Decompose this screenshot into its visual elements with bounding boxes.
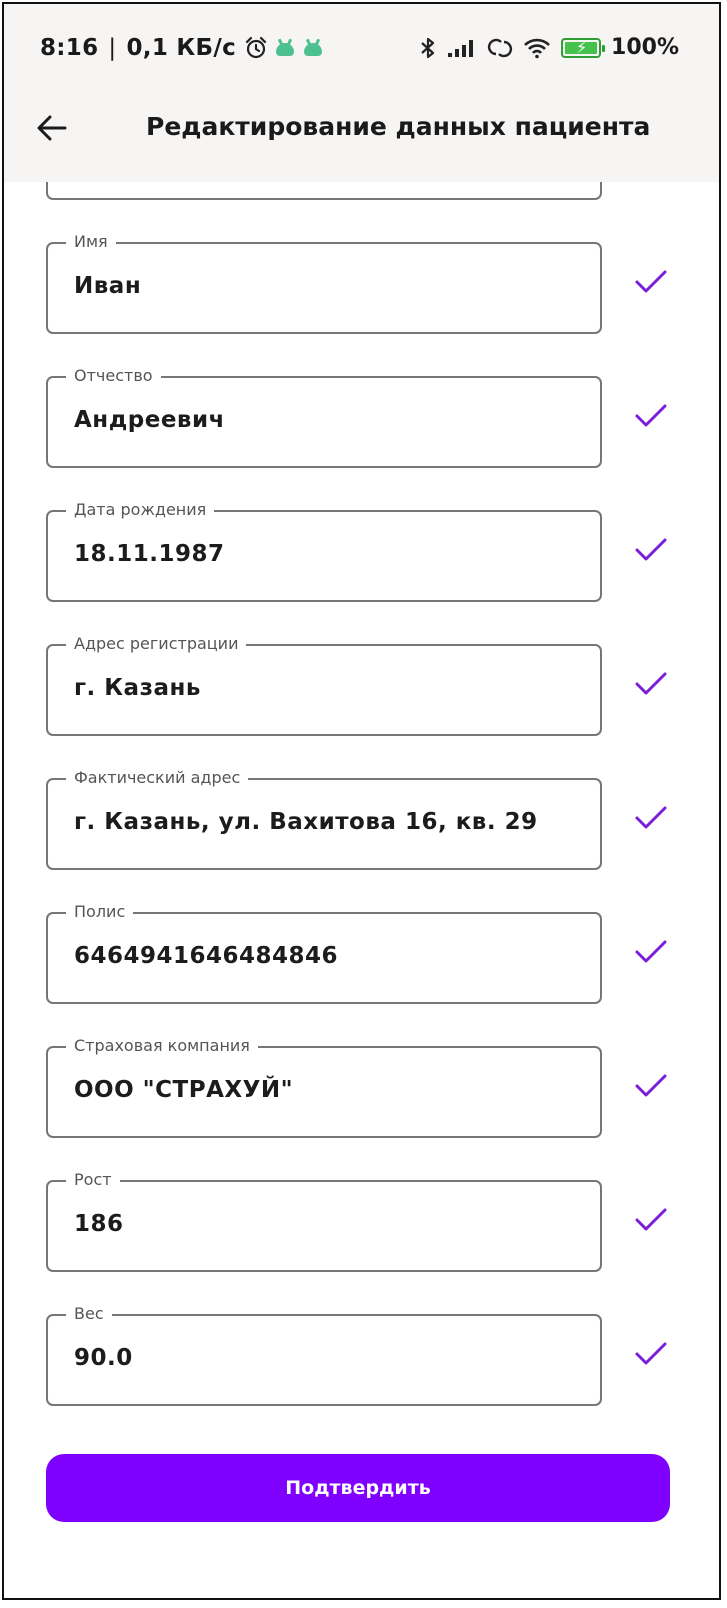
field-label: Рост [66, 1170, 120, 1190]
height-field[interactable]: Рост 186 [46, 1170, 602, 1272]
policy-field[interactable]: Полис 6464941646484846 [46, 902, 602, 1004]
actual-address-field[interactable]: Фактический адрес г. Казань, ул. Вахитова… [46, 768, 602, 870]
first-name-field[interactable]: Имя Иван [46, 232, 602, 334]
hotspot-icon [487, 38, 513, 57]
app-screen: 8:16 | 0,1 КБ/с ⚡ 100% Редактирование да… [2, 2, 721, 1600]
registration-address-field[interactable]: Адрес регистрации г. Казань [46, 634, 602, 736]
check-icon [635, 270, 667, 293]
top-bar: 8:16 | 0,1 КБ/с ⚡ 100% Редактирование да… [4, 4, 719, 182]
field-value[interactable]: 90.0 [74, 1345, 133, 1371]
alarm-icon [245, 36, 267, 59]
field-label: Страховая компания [66, 1036, 258, 1056]
check-icon [635, 538, 667, 561]
wifi-icon [524, 38, 550, 58]
insurance-company-field[interactable]: Страховая компания ООО "СТРАХУЙ" [46, 1036, 602, 1138]
battery-charging-icon: ⚡ [561, 37, 606, 58]
arrow-left-icon [37, 115, 67, 141]
field-value[interactable]: Андреевич [74, 407, 225, 433]
page-title: Редактирование данных пациента [146, 112, 651, 141]
field-label: Отчество [66, 366, 161, 386]
birth-date-field[interactable]: Дата рождения 18.11.1987 [46, 500, 602, 602]
network-speed: 0,1 КБ/с [126, 35, 237, 61]
field-value[interactable]: 6464941646484846 [74, 943, 338, 969]
confirm-button[interactable]: Подтвердить [46, 1454, 670, 1522]
check-icon [635, 404, 667, 427]
field-label: Дата рождения [66, 500, 215, 520]
bluetooth-icon [421, 37, 435, 58]
field-value[interactable]: Иван [74, 273, 141, 299]
field-label: Вес [66, 1304, 112, 1324]
field-label: Адрес регистрации [66, 634, 247, 654]
field-label: Полис [66, 902, 134, 922]
app-header: Редактирование данных пациента [4, 94, 719, 182]
field-value[interactable]: г. Казань [74, 675, 201, 701]
check-icon [635, 1074, 667, 1097]
field-label: Имя [66, 232, 116, 252]
patronymic-field[interactable]: Отчество Андреевич [46, 366, 602, 468]
status-bar: 8:16 | 0,1 КБ/с ⚡ 100% [4, 4, 719, 94]
back-button[interactable] [34, 110, 70, 146]
status-left: 8:16 | 0,1 КБ/с [40, 35, 324, 61]
status-time: 8:16 [40, 35, 99, 61]
android-bot-icon [302, 38, 324, 57]
check-icon [635, 1342, 667, 1365]
field-value[interactable]: ООО "СТРАХУЙ" [74, 1077, 293, 1103]
field-value[interactable]: 18.11.1987 [74, 541, 225, 567]
android-bot-icon [274, 38, 296, 57]
signal-icon [448, 39, 474, 57]
status-separator: | [108, 35, 117, 61]
check-icon [635, 806, 667, 829]
check-icon [635, 672, 667, 695]
field-value[interactable]: 186 [74, 1211, 124, 1237]
check-icon [635, 940, 667, 963]
field-label: Фактический адрес [66, 768, 249, 788]
status-right: ⚡ 100% [419, 35, 679, 60]
field-value[interactable]: г. Казань, ул. Вахитова 16, кв. 29 [74, 809, 538, 835]
battery-level: 100% [611, 35, 679, 60]
weight-field[interactable]: Вес 90.0 [46, 1304, 602, 1406]
check-icon [635, 1208, 667, 1231]
